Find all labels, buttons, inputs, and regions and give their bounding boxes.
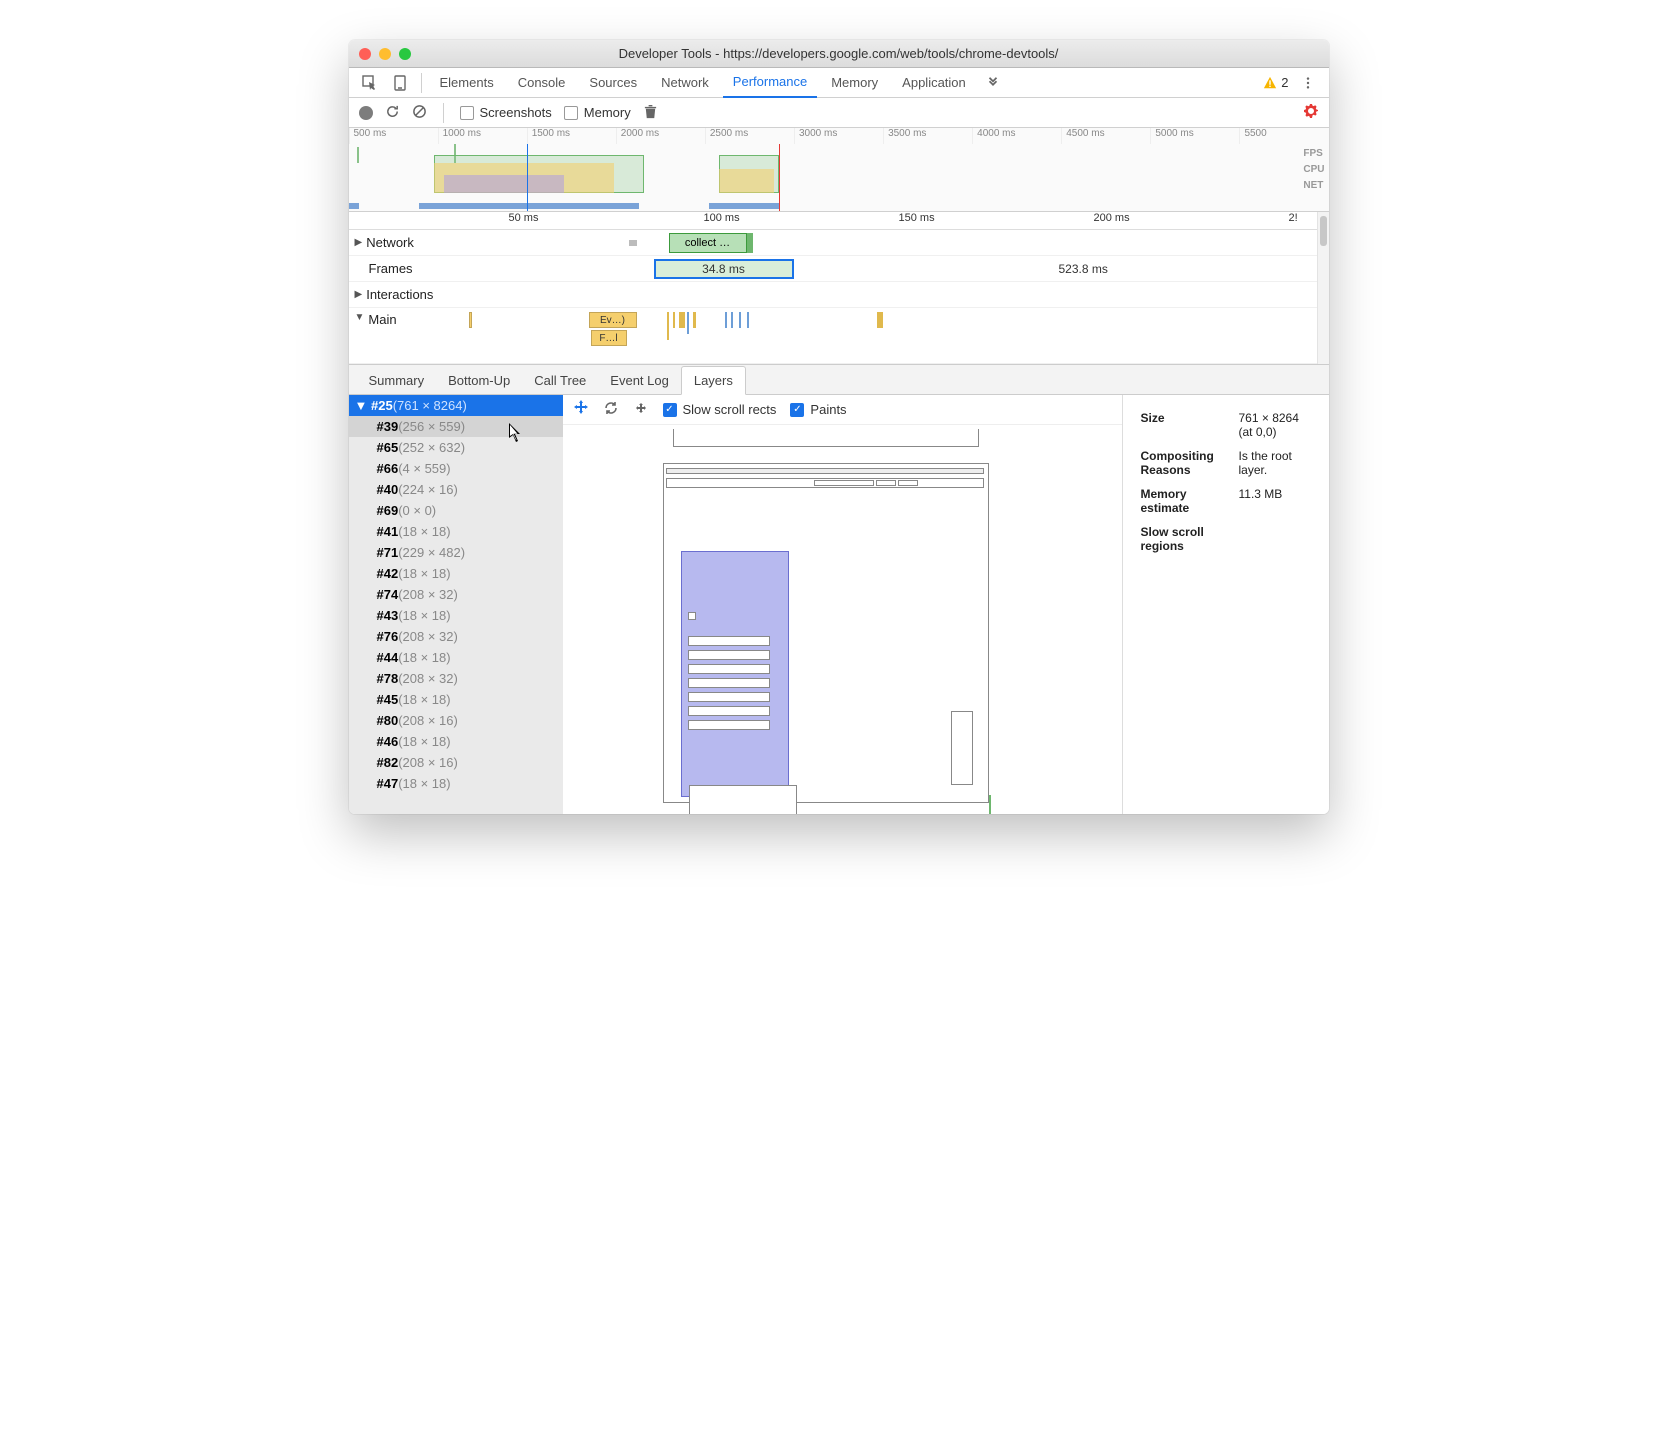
perf-toolbar: Screenshots Memory	[349, 98, 1329, 128]
tab-network[interactable]: Network	[651, 69, 719, 97]
layer-item[interactable]: #82(208 × 16)	[349, 752, 563, 773]
time-ruler[interactable]: 50 ms 100 ms 150 ms 200 ms 2!	[349, 212, 1317, 230]
layer-item[interactable]: #78(208 × 32)	[349, 668, 563, 689]
divider	[421, 73, 422, 93]
layer-item[interactable]: #76(208 × 32)	[349, 626, 563, 647]
layer-tree[interactable]: ▼ #25(761 × 8264) #39(256 × 559)#65(252 …	[349, 395, 563, 814]
divider	[443, 103, 444, 123]
more-tabs-icon[interactable]	[980, 70, 1006, 96]
layer-item[interactable]: #71(229 × 482)	[349, 542, 563, 563]
slow-scroll-checkbox[interactable]: ✓Slow scroll rects	[663, 402, 777, 417]
track-network[interactable]: ▶Network collect …	[349, 230, 1317, 256]
flame-tracks: 50 ms 100 ms 150 ms 200 ms 2! ▶Network c…	[349, 212, 1329, 364]
tab-application[interactable]: Application	[892, 69, 976, 97]
dtab-layers[interactable]: Layers	[681, 366, 746, 395]
layer-item[interactable]: #39(256 × 559)	[349, 416, 563, 437]
track-interactions[interactable]: ▶Interactions	[349, 282, 1317, 308]
trash-icon[interactable]	[643, 104, 658, 122]
tab-console[interactable]: Console	[508, 69, 576, 97]
memory-checkbox[interactable]: Memory	[564, 105, 631, 120]
layer-item[interactable]: #43(18 × 18)	[349, 605, 563, 626]
layer-item-root[interactable]: ▼ #25(761 × 8264)	[349, 395, 563, 416]
layer-item[interactable]: #47(18 × 18)	[349, 773, 563, 794]
overview-body	[349, 144, 1297, 211]
screenshots-checkbox[interactable]: Screenshots	[460, 105, 552, 120]
layer-item[interactable]: #65(252 × 632)	[349, 437, 563, 458]
settings-icon[interactable]	[1303, 103, 1319, 122]
track-main[interactable]: ▼Main Ev…) F…l	[349, 308, 1317, 364]
warning-count: 2	[1281, 75, 1288, 90]
dtab-summary[interactable]: Summary	[357, 367, 437, 394]
viewer-canvas[interactable]	[563, 425, 1122, 814]
tab-performance[interactable]: Performance	[723, 68, 817, 98]
clear-icon[interactable]	[412, 104, 427, 122]
vertical-scrollbar[interactable]	[1317, 212, 1329, 364]
devtools-tabs: Elements Console Sources Network Perform…	[349, 68, 1329, 98]
layer-item[interactable]: #69(0 × 0)	[349, 500, 563, 521]
overview-timeline[interactable]: 500 ms 1000 ms 1500 ms 2000 ms 2500 ms 3…	[349, 128, 1329, 212]
layer-item[interactable]: #45(18 × 18)	[349, 689, 563, 710]
dtab-bottomup[interactable]: Bottom-Up	[436, 367, 522, 394]
rotate-icon[interactable]	[603, 400, 619, 419]
layer-item[interactable]: #44(18 × 18)	[349, 647, 563, 668]
paints-checkbox[interactable]: ✓Paints	[790, 402, 846, 417]
layer-viewer: ✓Slow scroll rects ✓Paints	[563, 395, 1123, 814]
layer-item[interactable]: #41(18 × 18)	[349, 521, 563, 542]
reload-icon[interactable]	[385, 104, 400, 122]
inspect-icon[interactable]	[357, 70, 383, 96]
pan-icon[interactable]	[573, 400, 589, 419]
viewer-toolbar: ✓Slow scroll rects ✓Paints	[563, 395, 1122, 425]
dtab-calltree[interactable]: Call Tree	[522, 367, 598, 394]
tab-elements[interactable]: Elements	[430, 69, 504, 97]
layer-item[interactable]: #40(224 × 16)	[349, 479, 563, 500]
tab-sources[interactable]: Sources	[579, 69, 647, 97]
detail-tabs: Summary Bottom-Up Call Tree Event Log La…	[349, 364, 1329, 394]
device-icon[interactable]	[387, 70, 413, 96]
warning-badge[interactable]: 2	[1263, 75, 1288, 90]
tab-memory[interactable]: Memory	[821, 69, 888, 97]
frame-chip[interactable]: 34.8 ms	[654, 259, 794, 279]
layer-item[interactable]: #80(208 × 16)	[349, 710, 563, 731]
layer-item[interactable]: #74(208 × 32)	[349, 584, 563, 605]
layer-item[interactable]: #46(18 × 18)	[349, 731, 563, 752]
reset-icon[interactable]	[633, 400, 649, 419]
dtab-eventlog[interactable]: Event Log	[598, 367, 681, 394]
kebab-menu-icon[interactable]	[1295, 70, 1321, 96]
layer-properties: Size761 × 8264 (at 0,0) Compositing Reas…	[1123, 395, 1329, 814]
selected-layer-rect[interactable]	[681, 551, 789, 797]
titlebar: Developer Tools - https://developers.goo…	[349, 40, 1329, 68]
track-frames[interactable]: Frames 34.8 ms 523.8 ms	[349, 256, 1317, 282]
layers-pane: ▼ #25(761 × 8264) #39(256 × 559)#65(252 …	[349, 394, 1329, 814]
window-title: Developer Tools - https://developers.goo…	[349, 46, 1329, 61]
overview-lane-labels: FPS CPU NET	[1303, 146, 1324, 194]
network-chip[interactable]: collect …	[669, 233, 747, 253]
record-button[interactable]	[359, 106, 373, 120]
layer-item[interactable]: #42(18 × 18)	[349, 563, 563, 584]
layer-item[interactable]: #66(4 × 559)	[349, 458, 563, 479]
frame-chip-2: 523.8 ms	[1059, 262, 1108, 276]
devtools-window: Developer Tools - https://developers.goo…	[349, 40, 1329, 814]
